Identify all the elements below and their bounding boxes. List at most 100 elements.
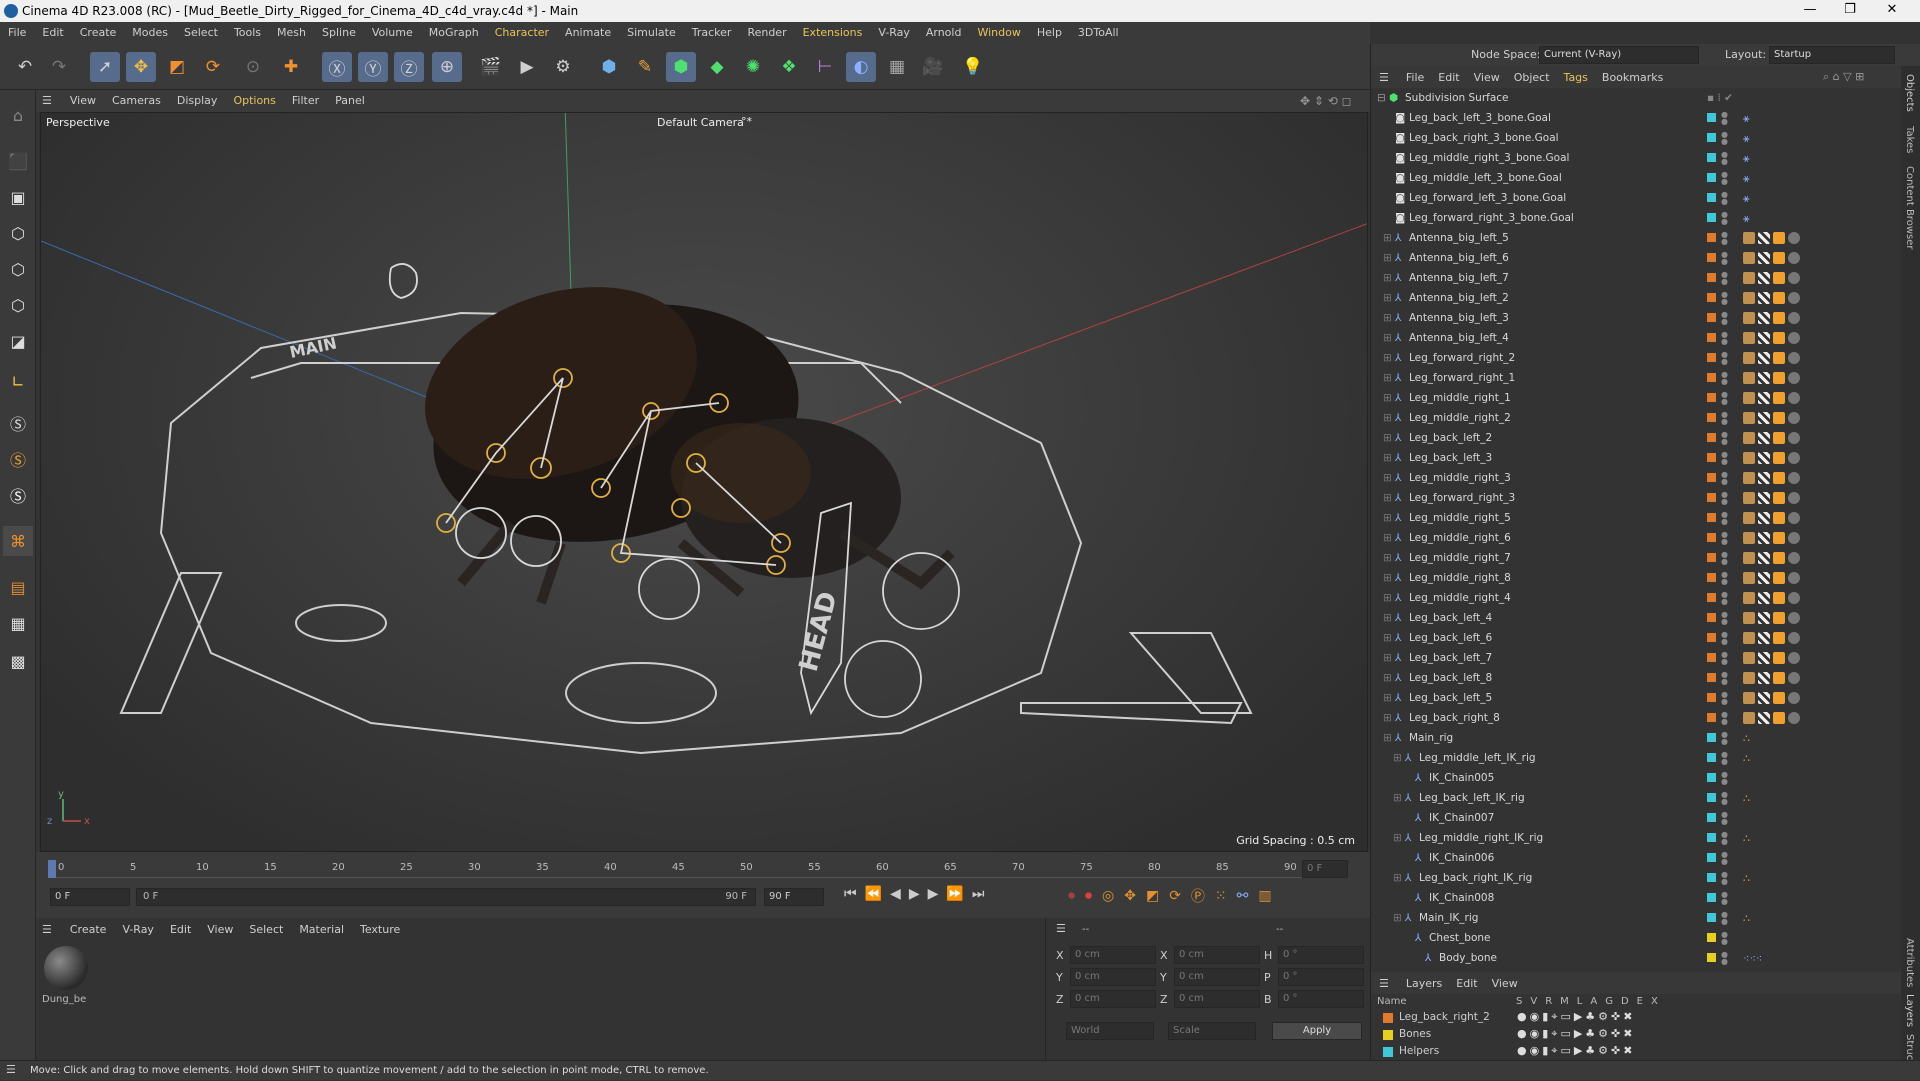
expand-icon[interactable]: ⊞ — [1383, 632, 1392, 644]
ik-tag-icon[interactable] — [1773, 272, 1785, 284]
layer-color-swatch[interactable] — [1707, 373, 1716, 382]
cube-primitive-icon[interactable]: ⬢ — [594, 52, 624, 82]
node-space-select[interactable]: Current (V-Ray) — [1539, 46, 1699, 64]
expand-icon[interactable]: ⊞ — [1383, 452, 1392, 464]
material-swatch-dung[interactable] — [44, 946, 88, 990]
size-y-field[interactable]: 0 cm — [1174, 968, 1260, 986]
apply-button[interactable]: Apply — [1272, 1022, 1362, 1040]
layer-color-swatch[interactable] — [1383, 1013, 1393, 1023]
object-row[interactable]: ⊞ ⅄ Main_rig ● ● ∴ — [1371, 728, 1891, 748]
material-tag-icon[interactable] — [1788, 332, 1800, 344]
material-tag-icon[interactable] — [1788, 452, 1800, 464]
expand-icon[interactable]: ⊞ — [1383, 612, 1392, 624]
weight-tag-icon[interactable] — [1743, 272, 1755, 284]
menu-arnold[interactable]: Arnold — [918, 22, 970, 44]
ik-goal-tag-icon[interactable]: ⚹ — [1743, 152, 1750, 166]
material-tag-icon[interactable] — [1788, 272, 1800, 284]
texture-mode-icon[interactable]: ▣ — [3, 182, 33, 212]
visibility-dots[interactable]: ● ● — [1721, 311, 1728, 326]
visibility-dots[interactable]: ● ● — [1721, 631, 1728, 646]
material-hamburger-icon[interactable]: ☰ — [42, 923, 62, 936]
object-row[interactable]: ⊞ ⅄ Leg_forward_right_2 ● ● — [1371, 348, 1891, 368]
texture-tag-icon[interactable] — [1758, 652, 1770, 664]
material-tag-icon[interactable] — [1788, 492, 1800, 504]
objects-menu-view[interactable]: View — [1467, 71, 1507, 84]
ik-tag-icon[interactable]: ⁖⁖⁖ — [1743, 952, 1762, 965]
position-z-field[interactable]: 0 cm — [1070, 990, 1156, 1008]
material-menu-edit[interactable]: Edit — [162, 923, 199, 936]
object-row[interactable]: ◙ Leg_back_right_3_bone.Goal ● ● ⚹ — [1371, 128, 1891, 148]
object-row[interactable]: ⊞ ⅄ Leg_back_left_6 ● ● — [1371, 628, 1891, 648]
camera-icon[interactable]: 🎥 — [918, 52, 948, 82]
maximize-button[interactable]: ❐ — [1830, 2, 1870, 17]
material-tag-icon[interactable] — [1788, 652, 1800, 664]
texture-tag-icon[interactable] — [1758, 292, 1770, 304]
floor-environment-icon[interactable]: ▦ — [882, 52, 912, 82]
layer-color-swatch[interactable] — [1707, 753, 1716, 762]
viewport-menu-panel[interactable]: Panel — [327, 90, 373, 112]
tag-area[interactable] — [1743, 632, 1800, 644]
close-button[interactable]: ✕ — [1872, 2, 1912, 17]
object-row[interactable]: ⊞ ⅄ Leg_middle_right_2 ● ● — [1371, 408, 1891, 428]
frame-range-slider[interactable]: 0 F 90 F — [136, 888, 756, 906]
timeline-end-frame-field[interactable]: 0 F — [1302, 860, 1348, 878]
key-pla-icon[interactable]: ⁙ — [1215, 888, 1227, 904]
grid-plane-icon[interactable]: ▤ — [3, 572, 33, 602]
material-tag-icon[interactable] — [1788, 612, 1800, 624]
expand-icon[interactable]: ⊞ — [1383, 252, 1392, 264]
status-hamburger-icon[interactable]: ☰ — [6, 1063, 16, 1076]
layer-color-swatch[interactable] — [1707, 553, 1716, 562]
ik-tag-icon[interactable] — [1773, 372, 1785, 384]
autokey-icon[interactable]: ⏺ — [1085, 888, 1092, 904]
visibility-dots[interactable]: ● ● — [1721, 731, 1728, 746]
constraint-tag-icon[interactable]: ∴ — [1743, 732, 1750, 745]
layer-color-swatch[interactable] — [1383, 1047, 1393, 1057]
tag-area[interactable]: ⚹ — [1743, 172, 1750, 186]
next-key-icon[interactable]: ⏩ — [946, 886, 963, 902]
side-tab-takes[interactable]: Takes — [1904, 126, 1915, 153]
model-mode-icon[interactable]: ⬛ — [3, 146, 33, 176]
visibility-dots[interactable]: ● ● — [1721, 691, 1728, 706]
objects-menu-file[interactable]: File — [1399, 71, 1431, 84]
constraint-tag-icon[interactable]: ∴ — [1743, 752, 1750, 765]
tag-area[interactable]: ⁖⁖⁖ — [1743, 952, 1762, 965]
objects-menu-edit[interactable]: Edit — [1431, 71, 1466, 84]
expand-icon[interactable]: ⊞ — [1393, 872, 1402, 884]
layer-color-swatch[interactable] — [1707, 593, 1716, 602]
ik-tag-icon[interactable] — [1773, 312, 1785, 324]
layer-color-swatch[interactable] — [1707, 633, 1716, 642]
visibility-dots[interactable]: ● ● — [1721, 911, 1728, 926]
weight-tag-icon[interactable] — [1743, 312, 1755, 324]
next-frame-icon[interactable]: ▶ — [928, 886, 939, 902]
visibility-dots[interactable]: ● ● — [1721, 131, 1728, 146]
objects-hamburger-icon[interactable]: ☰ — [1371, 71, 1399, 84]
menu-extensions[interactable]: Extensions — [795, 22, 871, 44]
layer-color-swatch[interactable] — [1707, 853, 1716, 862]
menu-select[interactable]: Select — [176, 22, 226, 44]
z-axis-icon[interactable]: Ⓩ — [394, 52, 424, 82]
expand-icon[interactable]: ⊞ — [1393, 752, 1402, 764]
objects-menu-object[interactable]: Object — [1507, 71, 1557, 84]
polygons-mode-icon[interactable]: ⬡ — [3, 290, 33, 320]
coordinate-system-icon[interactable]: ⊕ — [432, 52, 462, 82]
texture-tag-icon[interactable] — [1758, 472, 1770, 484]
ik-tag-icon[interactable] — [1773, 572, 1785, 584]
visibility-dots[interactable]: ● ● — [1721, 371, 1728, 386]
tag-area[interactable]: ∴ — [1743, 792, 1750, 805]
visibility-dots[interactable]: ● ● — [1721, 851, 1728, 866]
menu-render[interactable]: Render — [739, 22, 794, 44]
viewport-menu-cameras[interactable]: Cameras — [104, 90, 169, 112]
tag-area[interactable] — [1743, 452, 1800, 464]
snap-enable-icon[interactable]: Ⓢ — [3, 480, 33, 510]
go-to-end-icon[interactable]: ⏭ — [972, 886, 985, 902]
layer-color-swatch[interactable] — [1707, 913, 1716, 922]
tag-area[interactable]: ∴ — [1743, 752, 1750, 765]
texture-tag-icon[interactable] — [1758, 572, 1770, 584]
object-row[interactable]: ⅄ IK_Chain008 ● ● — [1371, 888, 1891, 908]
side-tab-content-browser[interactable]: Content Browser — [1904, 166, 1915, 249]
render-view-icon[interactable]: 🎬 — [476, 52, 506, 82]
pen-spline-icon[interactable]: ✎ — [630, 52, 660, 82]
layer-color-swatch[interactable] — [1707, 193, 1716, 202]
tag-area[interactable]: ⚹ — [1743, 132, 1750, 146]
expand-icon[interactable]: ⊞ — [1383, 332, 1392, 344]
